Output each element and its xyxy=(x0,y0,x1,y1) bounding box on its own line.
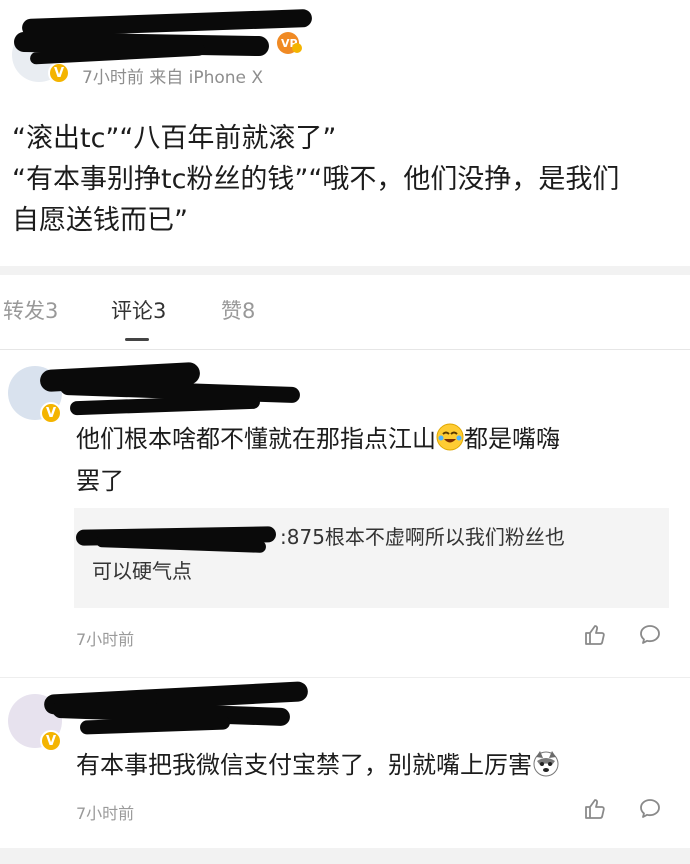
bottom-divider xyxy=(0,848,690,864)
verified-badge-icon: V xyxy=(40,402,62,424)
post-text-line: 自愿送钱而已” xyxy=(12,205,188,236)
section-divider xyxy=(0,266,690,275)
post-text: “滚出tc”“八百年前就滚了” “有本事别挣tc粉丝的钱”“哦不，他们没挣，是我… xyxy=(12,118,678,241)
post-text-line: “滚出tc”“八百年前就滚了” xyxy=(12,123,337,154)
reply-preview[interactable]: :875根本不虚啊所以我们粉丝也 可以硬气点 xyxy=(74,508,669,608)
comment-time: 7小时前 xyxy=(76,630,135,649)
tabs-divider xyxy=(0,349,690,350)
comment-time: 7小时前 xyxy=(76,804,135,823)
comment-text-part: 都是嘴嗨 xyxy=(464,425,560,453)
comment-text: 有本事把我微信支付宝禁了，别就嘴上厉害 xyxy=(76,746,666,788)
post-text-line: “有本事别挣tc粉丝的钱”“哦不，他们没挣，是我们 xyxy=(12,164,620,195)
verified-badge-icon: V xyxy=(48,62,70,84)
like-icon[interactable] xyxy=(583,797,607,825)
verified-badge-icon: V xyxy=(40,730,62,752)
comment-text-part: 他们根本啥都不懂就在那指点江山 xyxy=(76,425,436,453)
husky-emoji-icon xyxy=(532,749,560,788)
redacted-commenter-name xyxy=(69,394,261,416)
comment-text-part: 有本事把我微信支付宝禁了，别就嘴上厉害 xyxy=(76,751,532,779)
comment-bubble-icon[interactable] xyxy=(638,623,662,651)
laugh-cry-emoji-icon xyxy=(436,423,464,462)
tab-reposts[interactable]: 转发3 xyxy=(3,295,58,325)
like-icon[interactable] xyxy=(583,623,607,651)
tab-likes[interactable]: 赞8 xyxy=(221,295,255,325)
active-tab-indicator xyxy=(125,338,149,341)
comment-divider xyxy=(0,677,690,678)
reply-text-line: 可以硬气点 xyxy=(92,559,192,583)
vip-level-icon: VP xyxy=(276,31,302,55)
interaction-tabs: 转发3 评论3 赞8 xyxy=(0,295,690,327)
comment-bubble-icon[interactable] xyxy=(638,797,662,825)
post-meta: 7小时前 来自 iPhone X xyxy=(82,68,264,88)
comment-text: 他们根本啥都不懂就在那指点江山 都是嘴嗨 罢了 xyxy=(76,420,666,500)
tab-comments[interactable]: 评论3 xyxy=(111,295,166,325)
comment-text-line: 罢了 xyxy=(76,467,124,495)
reply-text-line: :875根本不虚啊所以我们粉丝也 xyxy=(280,525,565,549)
